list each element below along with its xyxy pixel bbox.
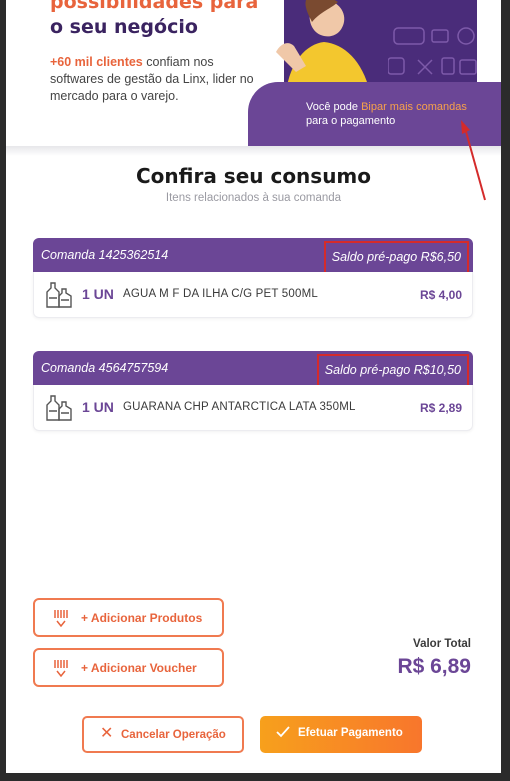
page-subtitle: Itens relacionados à sua comanda <box>165 192 342 204</box>
list-item: 1 UN AGUA M F DA ILHA C/G PET 500ML R$ 4… <box>33 272 473 318</box>
bottles-icon <box>46 282 72 308</box>
hero-title-line2: o seu negócio <box>50 16 198 38</box>
comanda-header: Comanda 4564757594 Saldo pré-pago R$10,5… <box>33 351 473 387</box>
close-icon: ✕ <box>100 725 114 742</box>
list-item: 1 UN GUARANA CHP ANTARCTICA LATA 350ML R… <box>33 385 473 431</box>
scrollbar[interactable] <box>501 0 510 781</box>
check-icon <box>276 726 290 738</box>
comanda-card: Comanda 4564757594 Saldo pré-pago R$10,5… <box>33 351 473 431</box>
bottles-icon <box>46 395 72 421</box>
comanda-header: Comanda 1425362514 Saldo pré-pago R$6,50 <box>33 238 473 274</box>
cancel-button[interactable]: ✕ Cancelar Operação <box>82 716 244 753</box>
promo-prefix: Você pode <box>306 101 362 113</box>
comanda-card: Comanda 1425362514 Saldo pré-pago R$6,50… <box>33 238 473 318</box>
add-products-button[interactable]: + Adicionar Produtos <box>33 598 224 637</box>
cancel-label: Cancelar Operação <box>121 729 226 741</box>
pay-button[interactable]: Efetuar Pagamento <box>260 716 422 753</box>
saldo-pre-pago: Saldo pré-pago R$10,50 <box>316 354 469 387</box>
hero-decorative-icons <box>388 27 477 75</box>
item-quantity: 1 UN <box>82 286 114 302</box>
hero-description: +60 mil clientes confiam nos softwares d… <box>50 54 260 105</box>
barcode-icon <box>54 660 68 677</box>
comanda-number: Comanda 1425362514 <box>41 248 169 262</box>
promo-text: Você pode Bipar mais comandas para o pag… <box>306 100 467 128</box>
item-price: R$ 2,89 <box>419 401 462 415</box>
add-products-label: + Adicionar Produtos <box>81 611 203 625</box>
item-quantity: 1 UN <box>82 399 114 415</box>
hero-desc-highlight: +60 mil clientes <box>50 55 143 69</box>
bipar-comandas-banner: Você pode Bipar mais comandas para o pag… <box>248 82 501 146</box>
hero-title-line1: possibilidades para <box>50 0 259 13</box>
total-label: Valor Total <box>413 638 471 650</box>
add-voucher-button[interactable]: + Adicionar Voucher <box>33 648 224 687</box>
page-title: Confira seu consumo <box>135 164 372 188</box>
item-price: R$ 4,00 <box>419 288 462 302</box>
promo-line2: para o pagamento <box>306 115 396 127</box>
woman-illustration <box>276 0 370 92</box>
item-name: GUARANA CHP ANTARCTICA LATA 350ML <box>123 401 356 413</box>
add-voucher-label: + Adicionar Voucher <box>81 661 197 675</box>
sheet-divider <box>6 146 501 156</box>
saldo-pre-pago: Saldo pré-pago R$6,50 <box>323 241 469 274</box>
barcode-icon <box>54 610 68 627</box>
bipar-comandas-link[interactable]: Bipar mais comandas <box>361 101 467 113</box>
app-frame: possibilidades para o seu negócio +60 mi… <box>6 0 501 773</box>
item-name: AGUA M F DA ILHA C/G PET 500ML <box>123 288 318 300</box>
hero-title: possibilidades para o seu negócio <box>50 0 258 40</box>
comanda-number: Comanda 4564757594 <box>41 361 169 375</box>
pay-label: Efetuar Pagamento <box>298 727 403 739</box>
total-value: R$ 6,89 <box>397 655 471 678</box>
